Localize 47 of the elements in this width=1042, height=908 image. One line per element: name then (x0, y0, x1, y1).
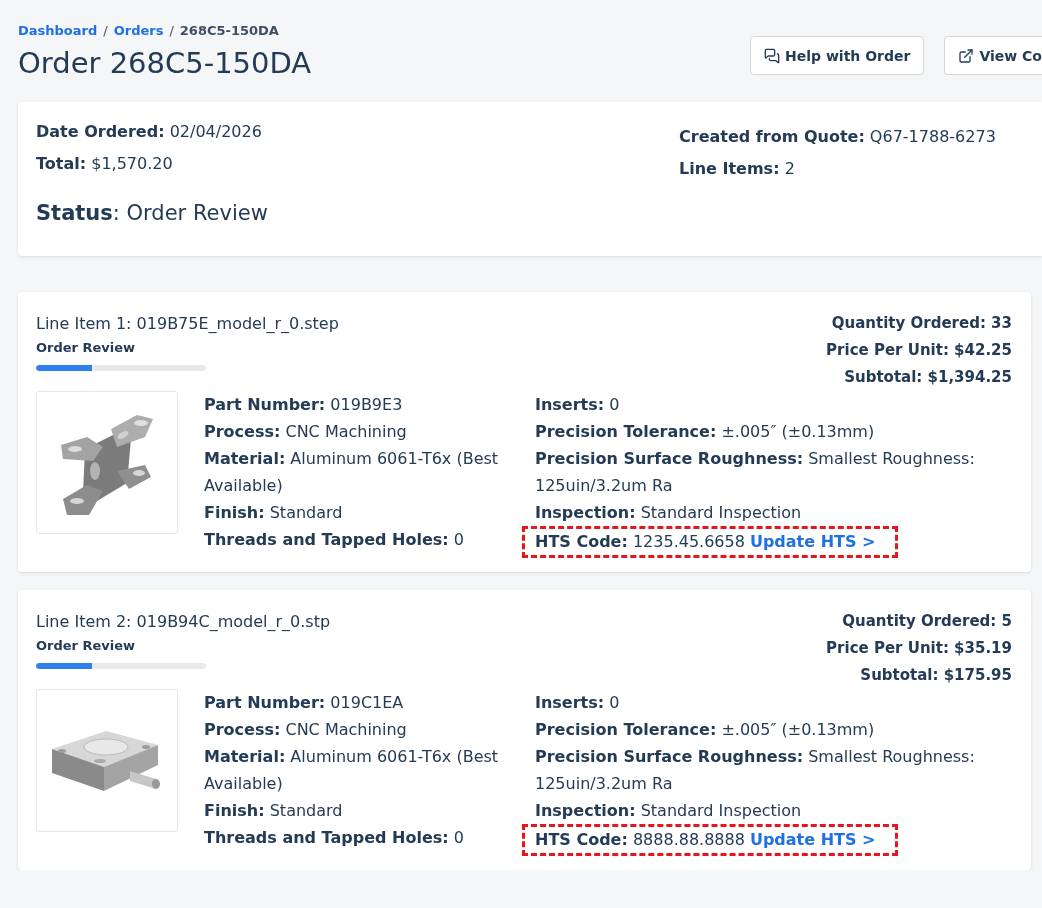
detail-text: Part Number: 019B9E3 (204, 394, 404, 416)
line-item-title: Line Item 1: 019B75E_model_r_0.step (36, 313, 339, 335)
total-text: Price Per Unit: $42.25 (826, 340, 1012, 361)
breadcrumb-current: 268C5-150DA (179, 22, 279, 40)
detail-text: Process: CNC Machining (204, 421, 408, 443)
external-link-icon (958, 47, 975, 64)
total-text: Price Per Unit: $35.19 (826, 638, 1012, 659)
summary-field: Date Ordered: 02/04/2026 (36, 116, 679, 148)
page-title: Order 268C5-150DA (18, 45, 312, 81)
help-button[interactable]: Help with Order (750, 36, 925, 75)
chat-bubbles-icon (764, 47, 780, 64)
update-hts-link[interactable]: Update HTS > (749, 827, 876, 853)
detail-text: Finish: Standard (204, 502, 344, 524)
detail-text: Material: Aluminum 6061-T6x (Best Available) (204, 448, 500, 497)
order-status: Status: Order Review (36, 200, 269, 227)
breadcrumb-link[interactable]: Orders (113, 21, 164, 41)
hts-code-text: HTS Code: 8888.88.8888 (535, 829, 745, 851)
hts-code-text: HTS Code: 1235.45.6658 (535, 531, 745, 553)
breadcrumb-separator: / (103, 22, 108, 40)
total-text: Quantity Ordered: 5 (842, 611, 1012, 632)
breadcrumb-link[interactable]: Dashboard (18, 21, 98, 41)
status-label: Order Review (36, 339, 137, 357)
detail-text: Inspection: Standard Inspection (535, 800, 803, 822)
detail-text: Precision Tolerance: ±.005″ (±0.13mm) (535, 719, 876, 741)
total-text: Quantity Ordered: 33 (831, 313, 1012, 334)
detail-text: Inserts: 0 (535, 394, 621, 416)
summary-field: Created from Quote: Q67-1788-6273 (679, 121, 1024, 153)
detail-text: Inspection: Standard Inspection (535, 502, 803, 524)
line-item-title: Line Item 2: 019B94C_model_r_0.stp (36, 611, 331, 633)
detail-text: Threads and Tapped Holes: 0 (204, 529, 465, 551)
total-text: Subtotal: $175.95 (860, 665, 1012, 686)
detail-text: Precision Surface Roughness: Smallest Roughness: 125uin/3.2um Ra (535, 448, 976, 497)
detail-text: Material: Aluminum 6061-T6x (Best Available) (204, 746, 500, 795)
detail-text: Finish: Standard (204, 800, 344, 822)
detail-text: Precision Tolerance: ±.005″ (±0.13mm) (535, 421, 876, 443)
detail-text: Inserts: 0 (535, 692, 621, 714)
summary-field: Line Items: 2 (679, 153, 1024, 185)
total-text: Subtotal: $1,394.25 (844, 367, 1012, 388)
view-button[interactable]: View Co (944, 36, 1042, 75)
summary-field: Total: $1,570.20 (36, 148, 679, 180)
breadcrumb-separator: / (169, 22, 174, 40)
update-hts-link[interactable]: Update HTS > (749, 529, 876, 555)
detail-text: Threads and Tapped Holes: 0 (204, 827, 465, 849)
detail-text: Process: CNC Machining (204, 719, 408, 741)
status-label: Order Review (36, 637, 137, 655)
detail-text: Precision Surface Roughness: Smallest Roughness: 125uin/3.2um Ra (535, 746, 976, 795)
detail-text: Part Number: 019C1EA (204, 692, 405, 714)
